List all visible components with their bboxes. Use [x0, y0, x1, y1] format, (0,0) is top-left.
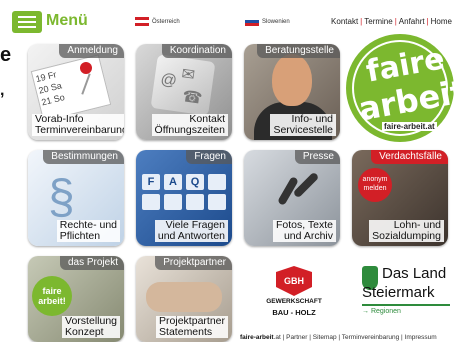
- top-nav: Kontakt | Termine | Anfahrt | Home: [331, 17, 452, 26]
- tile-koordination[interactable]: @ ✉ ☎ Koordination Kontakt Öffnungszeite…: [136, 44, 232, 140]
- tile-projektpartner[interactable]: Projektpartner Projektpartner Statements: [136, 256, 232, 342]
- nav-home[interactable]: Home: [431, 17, 452, 26]
- microphone-icon: [292, 171, 320, 199]
- tile-verdachtsfaelle[interactable]: anonym melden Verdachtsfälle Lohn- und S…: [352, 150, 448, 246]
- slovenia-flag-icon: [245, 17, 259, 26]
- logo-url: faire-arbeit.at: [382, 122, 437, 131]
- tile-caption: Projektpartner Statements: [156, 316, 228, 338]
- tile-header: Bestimmungen: [43, 150, 124, 164]
- tile-header: das Projekt: [59, 256, 124, 270]
- lang-austria-label: Österreich: [152, 18, 180, 25]
- tile-caption: Fotos, Texte und Archiv: [272, 220, 336, 242]
- tile-caption: Rechte- und Pflichten: [56, 220, 120, 242]
- tile-beratungsstelle[interactable]: Beratungsstelle Info- und Servicestelle: [244, 44, 340, 140]
- tile-caption: Viele Fragen und Antworten: [154, 220, 228, 242]
- contact-cube-icon: @ ✉ ☎: [150, 54, 216, 116]
- tile-bestimmungen[interactable]: § Bestimmungen Rechte- und Pflichten: [28, 150, 124, 246]
- faire-arbeit-logo[interactable]: faire arbeit! faire-arbeit.at: [346, 34, 458, 142]
- keyboard-icon: F A Q: [142, 174, 226, 190]
- menu-label[interactable]: Menü: [46, 12, 88, 30]
- handshake-icon: [146, 282, 222, 312]
- tile-header: Fragen: [186, 150, 232, 164]
- footer-links[interactable]: faire-arbeit.at | Partner | Sitemap | Te…: [240, 334, 437, 341]
- nav-anfahrt[interactable]: Anfahrt: [399, 17, 425, 26]
- tile-anmeldung[interactable]: 19 Fr 20 Sa 21 So Anmeldung Vorab-Info T…: [28, 44, 124, 140]
- lang-slovenia-label: Slowenien: [262, 18, 290, 25]
- nav-kontakt[interactable]: Kontakt: [331, 17, 358, 26]
- pushpin-icon: [80, 62, 92, 74]
- person-photo: [272, 54, 312, 106]
- tile-caption: Vorstellung Konzept: [62, 316, 120, 338]
- menu-button[interactable]: [12, 11, 42, 33]
- tile-header: Projektpartner: [155, 256, 232, 270]
- tile-caption: Info- und Servicestelle: [270, 114, 336, 136]
- tile-caption: Vorab-Info Terminvereinbarung: [32, 114, 124, 136]
- tile-caption: Lohn- und Sozialdumping: [369, 220, 444, 242]
- lang-austria-link[interactable]: Österreich: [135, 17, 180, 26]
- tile-header: Presse: [294, 150, 340, 164]
- nav-termine[interactable]: Termine: [364, 17, 392, 26]
- hamburger-bar: [18, 21, 36, 23]
- cropped-edge-text: ,: [0, 82, 5, 99]
- tile-fragen[interactable]: F A Q Fragen Viele Fragen und Antworten: [136, 150, 232, 246]
- tile-header: Verdachtsfälle: [371, 150, 448, 164]
- tile-caption: Kontakt Öffnungszeiten: [151, 114, 228, 136]
- gewerkschaft-bau-holz-logo[interactable]: GBH GEWERKSCHAFT BAU - HOLZ: [262, 266, 326, 322]
- hamburger-bar: [18, 16, 36, 18]
- regionen-link[interactable]: → Regionen: [362, 308, 401, 315]
- cropped-edge-text: e: [0, 44, 12, 66]
- tile-header: Koordination: [161, 44, 232, 58]
- tile-header: Anmeldung: [59, 44, 124, 58]
- tile-header: Beratungsstelle: [257, 44, 340, 58]
- austria-flag-icon: [135, 17, 149, 26]
- hamburger-bar: [18, 26, 36, 28]
- tile-presse[interactable]: Presse Fotos, Texte und Archiv: [244, 150, 340, 246]
- calendar-icon: 19 Fr 20 Sa 21 So: [30, 54, 112, 122]
- anonym-melden-badge: anonym melden: [358, 168, 392, 202]
- ggb-shield-icon: GBH: [276, 266, 312, 296]
- tile-das-projekt[interactable]: faire arbeit! das Projekt Vorstellung Ko…: [28, 256, 124, 342]
- paragraph-icon: §: [48, 171, 75, 224]
- lang-slovenia-link[interactable]: Slowenien: [245, 17, 290, 26]
- faire-arbeit-mini-logo: faire arbeit!: [32, 276, 72, 316]
- land-steiermark-logo[interactable]: Das Land Steiermark → Regionen: [362, 265, 454, 322]
